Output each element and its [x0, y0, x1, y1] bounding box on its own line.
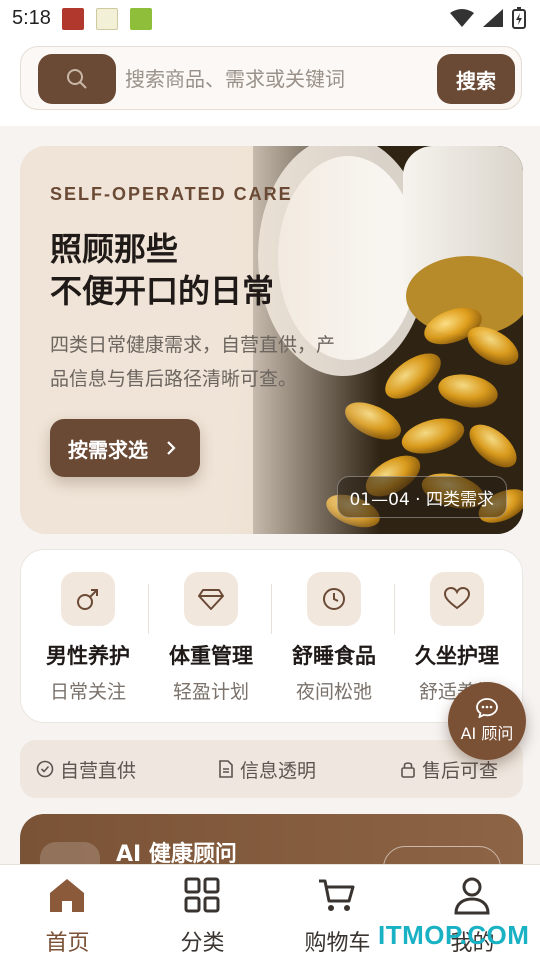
tab-label: 首页 — [45, 931, 90, 956]
clock-icon — [307, 572, 361, 626]
status-bar: 5:18 — [0, 0, 540, 38]
male-symbol-icon — [61, 572, 115, 626]
search-icon-button[interactable] — [38, 54, 116, 104]
ai-advisor-floating-button[interactable]: AI 顾问 — [448, 682, 526, 760]
search-button[interactable]: 搜索 — [437, 54, 515, 104]
hero-kicker: SELF-OPERATED CARE — [50, 184, 293, 204]
category-sleep[interactable]: 舒睡食品 夜间松弛 — [269, 550, 393, 724]
search-input[interactable] — [125, 61, 425, 97]
ai-float-label: AI 顾问 — [460, 724, 514, 743]
status-time: 5:18 — [12, 7, 51, 29]
hero-title-line: 照顾那些 — [50, 230, 179, 268]
app-notification-icon — [130, 8, 152, 30]
shop-by-need-button[interactable]: 按需求选 — [50, 419, 200, 477]
hero-title-line: 不便开口的日常 — [50, 272, 275, 310]
category-male-care[interactable]: 男性养护 日常关注 — [23, 550, 147, 724]
app-notification-icon — [96, 8, 118, 30]
hero-desc-line: 品信息与售后路径清晰可查。 — [50, 368, 298, 390]
chat-bubble-icon — [476, 698, 498, 718]
tab-category[interactable]: 分类 — [135, 865, 270, 960]
search-icon — [67, 69, 87, 89]
app-notification-icon — [62, 8, 84, 30]
tab-home[interactable]: 首页 — [0, 865, 135, 960]
grid-icon — [184, 877, 220, 913]
shop-by-need-label: 按需求选 — [68, 437, 148, 462]
user-icon — [454, 877, 490, 915]
feature-transparency: 信息透明 — [218, 740, 316, 798]
category-name: 男性养护 — [46, 644, 130, 668]
hero-description: 四类日常健康需求，自营直供，产 品信息与售后路径清晰可查。 — [50, 328, 380, 396]
hero-banner[interactable]: SELF-OPERATED CARE 照顾那些 不便开口的日常 四类日常健康需求… — [20, 146, 523, 534]
hero-title: 照顾那些 不便开口的日常 — [50, 228, 274, 312]
status-icons — [450, 7, 526, 29]
category-name: 体重管理 — [169, 644, 253, 668]
feature-strip: 自营直供 信息透明 售后可查 — [20, 740, 523, 798]
chevron-right-icon — [167, 441, 176, 455]
category-subtitle: 夜间松弛 — [295, 681, 372, 703]
category-name: 久坐护理 — [415, 644, 499, 668]
category-subtitle: 日常关注 — [49, 681, 126, 703]
feature-self-operated: 自营直供 — [36, 740, 136, 798]
category-card: 男性养护 日常关注 体重管理 轻盈计划 舒睡食品 夜间松弛 久坐护理 舒适养护 — [20, 549, 523, 723]
watermark: ITMOP.COM — [378, 920, 530, 950]
document-icon — [219, 760, 233, 778]
category-subtitle: 轻盈计划 — [172, 681, 249, 703]
home-icon — [50, 879, 84, 912]
hero-desc-line: 四类日常健康需求，自营直供，产 — [50, 334, 336, 356]
tab-label: 分类 — [180, 931, 225, 956]
feature-label: 自营直供 — [60, 759, 137, 782]
category-name: 舒睡食品 — [292, 644, 376, 668]
hero-page-badge: 01—04 · 四类需求 — [336, 476, 507, 518]
heart-icon — [430, 572, 484, 626]
wifi-icon — [450, 9, 474, 27]
gem-icon — [184, 572, 238, 626]
search-bar: 搜索 — [20, 46, 522, 110]
check-circle-icon — [36, 760, 54, 778]
battery-icon — [512, 7, 526, 29]
cart-icon — [319, 879, 355, 911]
feature-label: 信息透明 — [240, 759, 317, 782]
lock-icon — [401, 762, 415, 778]
signal-icon — [483, 9, 503, 27]
category-weight[interactable]: 体重管理 轻盈计划 — [146, 550, 270, 724]
